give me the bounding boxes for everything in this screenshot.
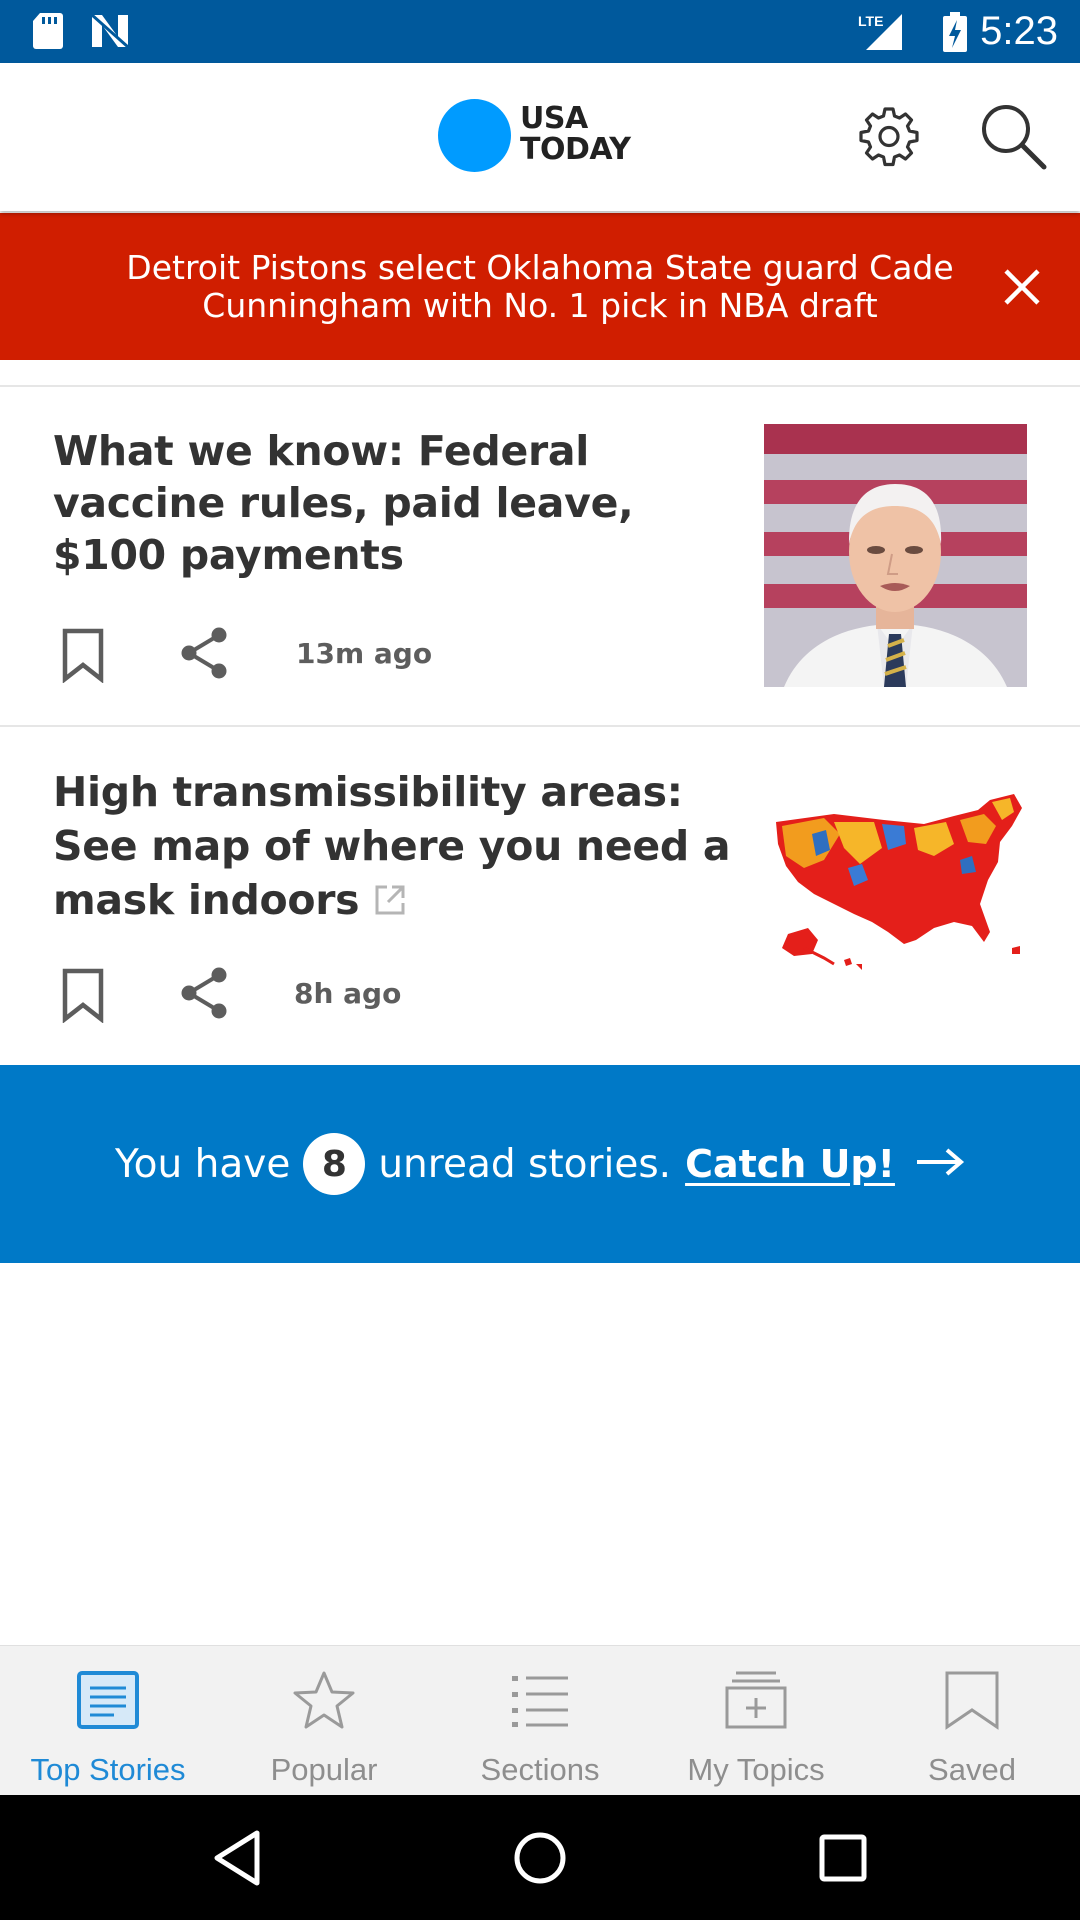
story-title[interactable]: High transmissibility areas: See map of … bbox=[53, 765, 743, 930]
unread-count-badge: 8 bbox=[303, 1133, 366, 1195]
sd-card-icon bbox=[32, 13, 64, 53]
logo-line-2: TODAY bbox=[520, 132, 631, 167]
save-story-button[interactable] bbox=[57, 967, 113, 1024]
status-bar: LTE 5:23 bbox=[0, 0, 1080, 63]
catch-up-suffix: unread stories. bbox=[378, 1141, 672, 1187]
breaking-news-banner[interactable]: Detroit Pistons select Oklahoma State gu… bbox=[0, 213, 1080, 360]
status-time: 5:23 bbox=[980, 9, 1058, 53]
story-timestamp: 8h ago bbox=[294, 977, 402, 1010]
signal-icon: LTE bbox=[858, 12, 904, 56]
bottom-navigation: Top Stories Popular Sections My Topics S… bbox=[0, 1645, 1080, 1795]
nav-my-topics[interactable]: My Topics bbox=[648, 1646, 864, 1796]
back-button[interactable] bbox=[205, 1825, 271, 1891]
usa-today-logo-circle bbox=[438, 99, 511, 172]
nav-label: Saved bbox=[928, 1752, 1016, 1787]
us-county-map bbox=[764, 764, 1027, 1027]
search-icon bbox=[982, 105, 1047, 170]
usa-today-logo-text: USA TODAY bbox=[520, 101, 631, 167]
share-story-button[interactable] bbox=[177, 965, 233, 1021]
nav-label: Popular bbox=[270, 1752, 378, 1787]
catch-up-link[interactable]: Catch Up! bbox=[685, 1142, 895, 1186]
gear-icon bbox=[859, 107, 919, 167]
share-story-button[interactable] bbox=[177, 625, 233, 681]
bookmark-icon bbox=[62, 968, 104, 1024]
recents-button[interactable] bbox=[810, 1825, 876, 1891]
nav-saved[interactable]: Saved bbox=[864, 1646, 1080, 1796]
battery-charging-icon bbox=[942, 12, 968, 56]
recents-square-icon bbox=[819, 1834, 867, 1882]
share-icon bbox=[181, 627, 227, 679]
bookmark-icon bbox=[940, 1670, 1004, 1734]
story-card[interactable]: What we know: Federal vaccine rules, pai… bbox=[0, 387, 1080, 725]
search-button[interactable] bbox=[978, 101, 1048, 171]
back-triangle-icon bbox=[214, 1830, 260, 1886]
story-timestamp: 13m ago bbox=[296, 637, 433, 670]
breaking-news-text: Detroit Pistons select Oklahoma State gu… bbox=[126, 248, 954, 325]
n-notification-icon bbox=[90, 13, 130, 53]
logo-line-1: USA bbox=[520, 101, 588, 136]
catch-up-banner: You have 8 unread stories. Catch Up! bbox=[0, 1065, 1080, 1263]
save-story-button[interactable] bbox=[57, 627, 113, 684]
share-icon bbox=[181, 967, 227, 1019]
nav-sections[interactable]: Sections bbox=[432, 1646, 648, 1796]
story-card[interactable]: High transmissibility areas: See map of … bbox=[0, 727, 1080, 1065]
home-button[interactable] bbox=[507, 1825, 573, 1891]
top-stories-icon bbox=[76, 1670, 140, 1734]
nav-popular[interactable]: Popular bbox=[216, 1646, 432, 1796]
svg-text:LTE: LTE bbox=[858, 13, 883, 29]
star-icon bbox=[292, 1670, 356, 1734]
nav-label: Top Stories bbox=[30, 1752, 186, 1787]
list-icon bbox=[508, 1670, 572, 1734]
system-navigation-bar bbox=[0, 1795, 1080, 1920]
arrow-right-icon[interactable] bbox=[915, 1147, 965, 1181]
close-breaking-button[interactable] bbox=[1000, 265, 1044, 309]
settings-button[interactable] bbox=[855, 103, 923, 171]
story-title[interactable]: What we know: Federal vaccine rules, pai… bbox=[53, 425, 743, 581]
nav-label: My Topics bbox=[687, 1752, 825, 1787]
home-circle-icon bbox=[514, 1832, 566, 1884]
photo-of-man-in-suit bbox=[764, 424, 1027, 687]
app-header: USA TODAY bbox=[0, 63, 1080, 211]
topics-folder-icon bbox=[724, 1670, 788, 1734]
catch-up-row: You have 8 unread stories. Catch Up! bbox=[0, 1131, 1080, 1197]
bookmark-icon bbox=[62, 628, 104, 684]
close-icon bbox=[1004, 269, 1040, 305]
nav-label: Sections bbox=[480, 1752, 600, 1787]
external-link-icon bbox=[373, 876, 407, 930]
nav-top-stories[interactable]: Top Stories bbox=[0, 1646, 216, 1796]
catch-up-prefix: You have bbox=[115, 1141, 291, 1187]
story-thumbnail[interactable] bbox=[764, 764, 1027, 1027]
story-thumbnail[interactable] bbox=[764, 424, 1027, 687]
